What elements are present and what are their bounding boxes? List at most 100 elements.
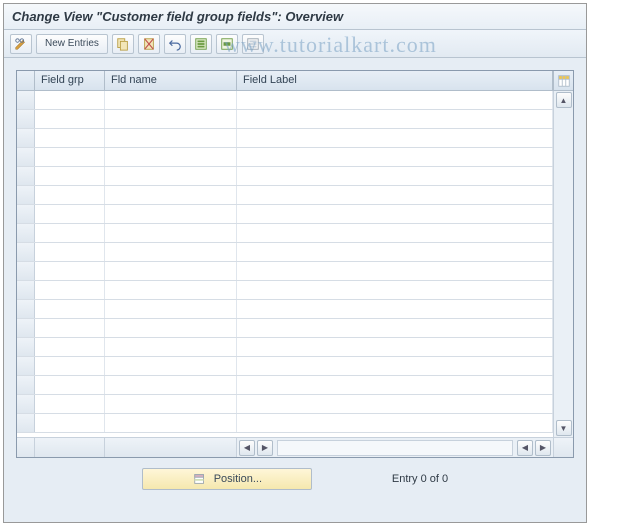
hscroll-track[interactable] — [277, 440, 513, 456]
row-marker[interactable] — [17, 148, 35, 166]
cell-field-label[interactable] — [237, 262, 553, 280]
table-row[interactable] — [17, 167, 553, 186]
cell-field-label[interactable] — [237, 167, 553, 185]
row-marker[interactable] — [17, 414, 35, 432]
row-marker[interactable] — [17, 110, 35, 128]
cell-field-grp[interactable] — [35, 262, 105, 280]
row-marker[interactable] — [17, 224, 35, 242]
cell-field-grp[interactable] — [35, 91, 105, 109]
column-header-field-label[interactable]: Field Label — [237, 71, 553, 90]
cell-field-grp[interactable] — [35, 338, 105, 356]
table-row[interactable] — [17, 357, 553, 376]
cell-field-label[interactable] — [237, 395, 553, 413]
cell-fld-name[interactable] — [105, 224, 237, 242]
cell-field-label[interactable] — [237, 243, 553, 261]
cell-field-label[interactable] — [237, 148, 553, 166]
cell-fld-name[interactable] — [105, 262, 237, 280]
row-marker[interactable] — [17, 205, 35, 223]
table-row[interactable] — [17, 205, 553, 224]
table-row[interactable] — [17, 281, 553, 300]
hscroll-left-button-2[interactable]: ◀ — [517, 440, 533, 456]
scroll-down-button[interactable]: ▼ — [556, 420, 572, 436]
select-all-button[interactable] — [190, 34, 212, 54]
row-marker[interactable] — [17, 300, 35, 318]
cell-field-grp[interactable] — [35, 167, 105, 185]
row-marker[interactable] — [17, 338, 35, 356]
column-header-field-grp[interactable]: Field grp — [35, 71, 105, 90]
cell-field-grp[interactable] — [35, 224, 105, 242]
cell-fld-name[interactable] — [105, 357, 237, 375]
table-row[interactable] — [17, 224, 553, 243]
delete-button[interactable] — [138, 34, 160, 54]
row-marker[interactable] — [17, 129, 35, 147]
table-row[interactable] — [17, 414, 553, 433]
cell-field-grp[interactable] — [35, 129, 105, 147]
cell-field-grp[interactable] — [35, 281, 105, 299]
cell-field-label[interactable] — [237, 319, 553, 337]
deselect-all-button[interactable] — [242, 34, 264, 54]
row-marker[interactable] — [17, 243, 35, 261]
new-entries-button[interactable]: New Entries — [36, 34, 108, 54]
table-row[interactable] — [17, 319, 553, 338]
table-row[interactable] — [17, 395, 553, 414]
cell-field-grp[interactable] — [35, 148, 105, 166]
cell-field-grp[interactable] — [35, 110, 105, 128]
row-marker[interactable] — [17, 395, 35, 413]
undo-button[interactable] — [164, 34, 186, 54]
table-row[interactable] — [17, 148, 553, 167]
cell-field-grp[interactable] — [35, 205, 105, 223]
cell-fld-name[interactable] — [105, 148, 237, 166]
cell-field-label[interactable] — [237, 338, 553, 356]
cell-fld-name[interactable] — [105, 414, 237, 432]
cell-field-label[interactable] — [237, 414, 553, 432]
cell-fld-name[interactable] — [105, 110, 237, 128]
cell-field-grp[interactable] — [35, 376, 105, 394]
row-marker[interactable] — [17, 262, 35, 280]
cell-fld-name[interactable] — [105, 186, 237, 204]
row-marker[interactable] — [17, 167, 35, 185]
cell-fld-name[interactable] — [105, 338, 237, 356]
cell-field-grp[interactable] — [35, 300, 105, 318]
cell-field-grp[interactable] — [35, 319, 105, 337]
cell-fld-name[interactable] — [105, 300, 237, 318]
cell-fld-name[interactable] — [105, 129, 237, 147]
cell-field-label[interactable] — [237, 205, 553, 223]
cell-field-grp[interactable] — [35, 395, 105, 413]
cell-field-label[interactable] — [237, 281, 553, 299]
cell-field-grp[interactable] — [35, 243, 105, 261]
row-marker[interactable] — [17, 186, 35, 204]
table-row[interactable] — [17, 243, 553, 262]
cell-field-label[interactable] — [237, 186, 553, 204]
cell-fld-name[interactable] — [105, 319, 237, 337]
table-row[interactable] — [17, 376, 553, 395]
table-row[interactable] — [17, 110, 553, 129]
table-row[interactable] — [17, 91, 553, 110]
cell-fld-name[interactable] — [105, 395, 237, 413]
hscroll-left-button[interactable]: ◀ — [239, 440, 255, 456]
table-row[interactable] — [17, 262, 553, 281]
cell-field-label[interactable] — [237, 91, 553, 109]
row-marker[interactable] — [17, 319, 35, 337]
cell-field-label[interactable] — [237, 376, 553, 394]
cell-field-grp[interactable] — [35, 186, 105, 204]
row-marker[interactable] — [17, 376, 35, 394]
cell-field-grp[interactable] — [35, 414, 105, 432]
column-header-fld-name[interactable]: Fld name — [105, 71, 237, 90]
cell-fld-name[interactable] — [105, 167, 237, 185]
row-marker[interactable] — [17, 281, 35, 299]
cell-field-label[interactable] — [237, 110, 553, 128]
copy-as-button[interactable] — [112, 34, 134, 54]
cell-field-label[interactable] — [237, 129, 553, 147]
cell-field-label[interactable] — [237, 357, 553, 375]
cell-fld-name[interactable] — [105, 205, 237, 223]
row-marker[interactable] — [17, 357, 35, 375]
hscroll-right-button[interactable]: ▶ — [257, 440, 273, 456]
toggle-display-change-button[interactable] — [10, 34, 32, 54]
cell-field-label[interactable] — [237, 300, 553, 318]
select-block-button[interactable] — [216, 34, 238, 54]
cell-fld-name[interactable] — [105, 243, 237, 261]
table-row[interactable] — [17, 338, 553, 357]
row-marker[interactable] — [17, 91, 35, 109]
vertical-scrollbar[interactable]: ▲ ▼ — [553, 91, 573, 437]
cell-field-grp[interactable] — [35, 357, 105, 375]
